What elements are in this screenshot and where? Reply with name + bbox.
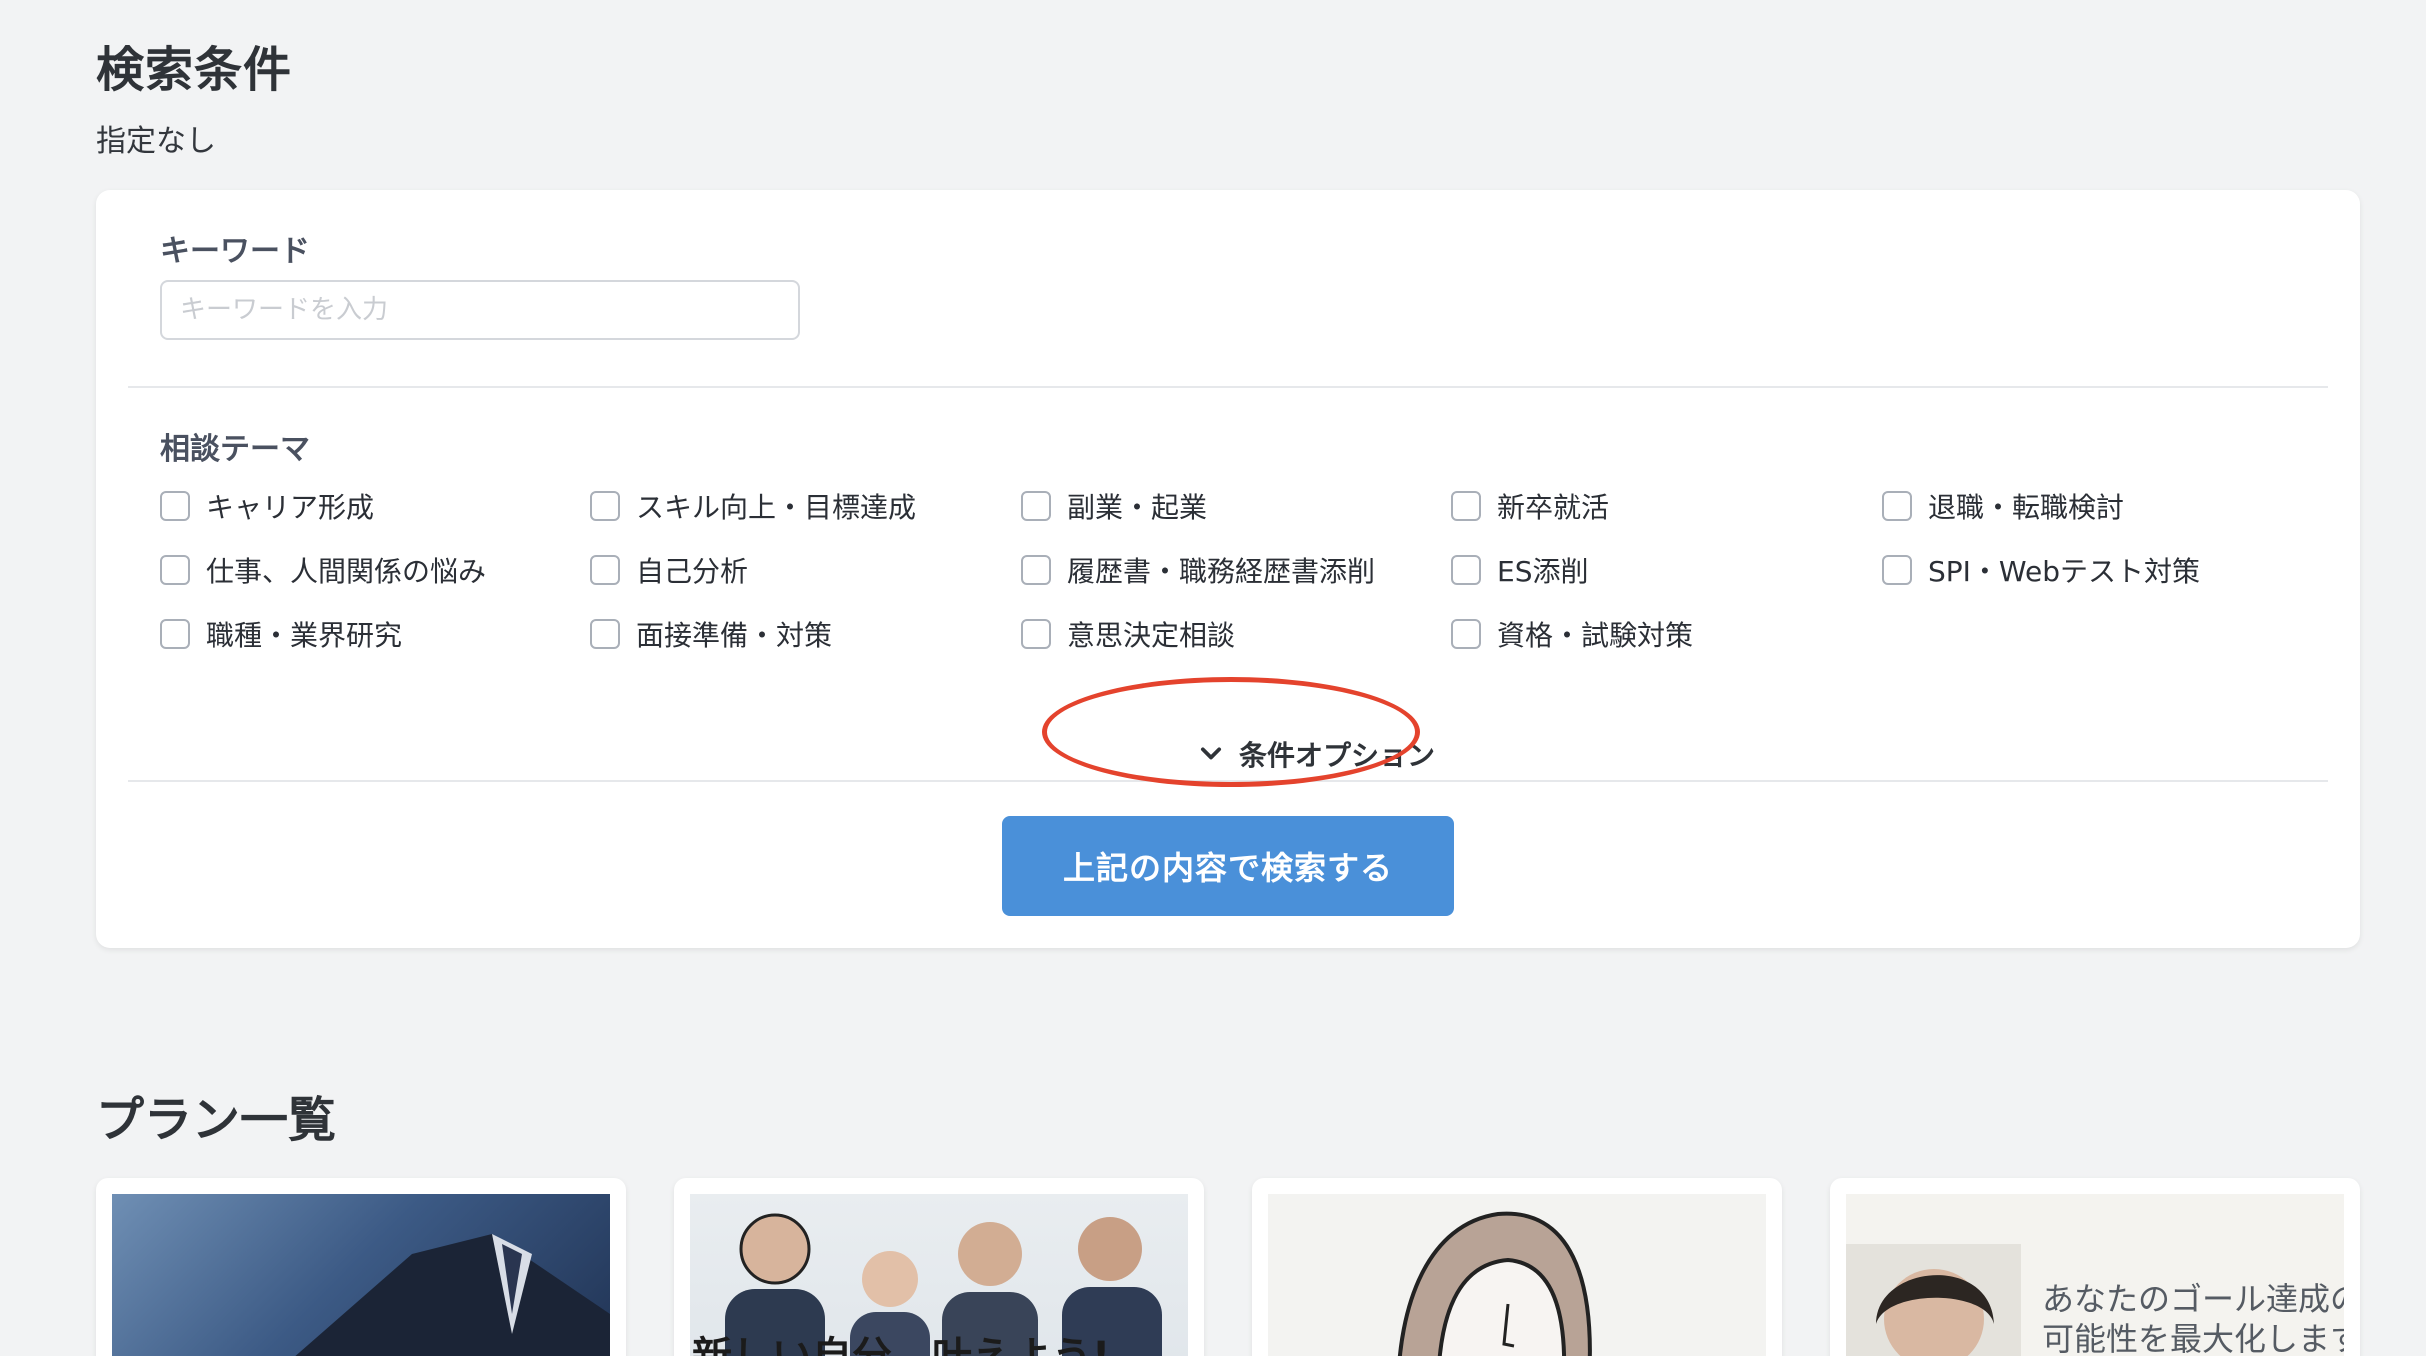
theme-label: スキル向上・目標達成 [636,491,917,524]
theme-label: 面接準備・対策 [636,619,833,652]
plan-thumbnail[interactable]: 新しい自分、叶えよう! [690,1194,1188,1356]
checkbox[interactable] [1021,555,1051,585]
theme-label: キャリア形成 [206,491,375,524]
plan-thumbnail[interactable]: あなたのゴール達成の 可能性を最大化します [1846,1194,2344,1356]
checkbox[interactable] [590,555,620,585]
page-title: 検索条件 [96,42,293,98]
theme-label: 新卒就活 [1497,491,1610,524]
theme-checkbox-decision[interactable]: 意思決定相談 [1021,614,1235,654]
theme-checkbox-sidejob[interactable]: 副業・起業 [1021,486,1207,526]
theme-checkbox-jobchange[interactable]: 退職・転職検討 [1882,486,2124,526]
theme-checkbox-selfanalysis[interactable]: 自己分析 [590,550,748,590]
checkbox[interactable] [590,619,620,649]
theme-checkbox-skill[interactable]: スキル向上・目標達成 [590,486,916,526]
search-form-card: キーワード 相談テーマ キャリア形成 スキル向上・目標達成 副業・起業 新卒就活… [96,190,2360,948]
checkbox[interactable] [160,491,190,521]
plan-card[interactable]: あなたのゴール達成の 可能性を最大化します [1830,1178,2360,1356]
theme-label: 副業・起業 [1067,491,1208,524]
checkbox[interactable] [160,619,190,649]
theme-checkbox-resume[interactable]: 履歴書・職務経歴書添削 [1021,550,1375,590]
search-submit-button[interactable]: 上記の内容で検索する [1002,816,1454,916]
theme-checkbox-certification[interactable]: 資格・試験対策 [1451,614,1693,654]
plan-card[interactable] [96,1178,626,1356]
theme-label: 自己分析 [636,555,749,588]
checkbox[interactable] [1451,491,1481,521]
plan-thumbnail[interactable] [112,1194,610,1356]
theme-label: 退職・転職検討 [1928,491,2125,524]
businessman-image [295,1234,610,1356]
condition-options-label: 条件オプション [1238,739,1435,772]
divider [128,780,2328,782]
theme-label: 資格・試験対策 [1497,619,1694,652]
theme-label: SPI・Webテスト対策 [1928,555,2200,588]
plan-card[interactable] [1252,1178,1782,1356]
thumbnail-caption: 新しい自分、叶えよう! [692,1324,1110,1356]
plan-card[interactable]: 新しい自分、叶えよう! [674,1178,1204,1356]
checkbox[interactable] [1021,619,1051,649]
theme-checkbox-spi[interactable]: SPI・Webテスト対策 [1882,550,2200,590]
theme-label: 仕事、人間関係の悩み [206,555,487,588]
checkbox[interactable] [590,491,620,521]
keyword-input[interactable] [160,280,800,340]
divider [128,386,2328,388]
checkbox[interactable] [1451,555,1481,585]
themes-label: 相談テーマ [160,432,310,467]
theme-checkbox-career[interactable]: キャリア形成 [160,486,374,526]
theme-checkbox-industry[interactable]: 職種・業界研究 [160,614,402,654]
checkbox[interactable] [160,555,190,585]
plans-title: プラン一覧 [96,1092,337,1148]
theme-label: ES添削 [1497,555,1589,588]
keyword-label: キーワード [160,234,310,269]
checkbox[interactable] [1882,491,1912,521]
theme-checkbox-es[interactable]: ES添削 [1451,550,1588,590]
theme-checkbox-interview[interactable]: 面接準備・対策 [590,614,832,654]
theme-label: 職種・業界研究 [206,619,403,652]
checkbox[interactable] [1451,619,1481,649]
thumbnail-caption-line2: 可能性を最大化します [2042,1320,2344,1356]
criteria-summary: 指定なし [96,124,216,159]
chevron-down-icon [1200,747,1222,760]
theme-checkbox-relationships[interactable]: 仕事、人間関係の悩み [160,550,486,590]
checkbox[interactable] [1882,555,1912,585]
condition-options-toggle[interactable]: 条件オプション [1116,706,1516,802]
theme-label: 意思決定相談 [1067,619,1236,652]
theme-checkbox-newgrad[interactable]: 新卒就活 [1451,486,1609,526]
plan-thumbnail[interactable] [1268,1194,1766,1356]
checkbox[interactable] [1021,491,1051,521]
woman-illustration [1397,1211,1592,1356]
theme-label: 履歴書・職務経歴書添削 [1067,555,1376,588]
